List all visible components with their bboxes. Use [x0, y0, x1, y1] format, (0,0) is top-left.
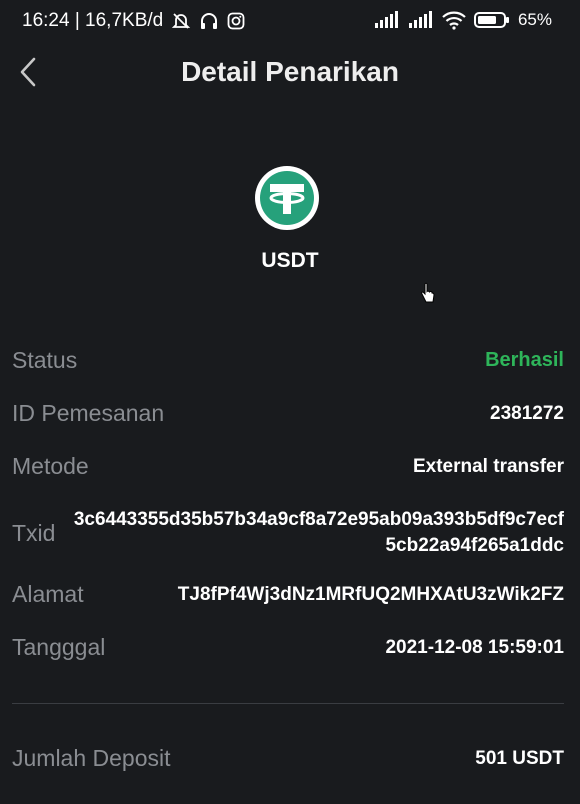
hand-cursor-icon — [420, 282, 436, 311]
status-bar: 16:24 | 16,7KB/d 65% — [0, 0, 580, 42]
wifi-icon — [442, 10, 466, 30]
row-amount: Jumlah Deposit 501 USDT — [12, 745, 564, 772]
txid-label: Txid — [12, 519, 56, 546]
date-value: 2021-12-08 15:59:01 — [385, 636, 564, 658]
row-method: Metode External transfer — [12, 453, 564, 480]
address-value[interactable]: TJ8fPf4Wj3dNz1MRfUQ2MHXAtU3zWik2FZ — [178, 584, 564, 606]
row-txid: Txid 3c6443355d35b57b34a9cf8a72e95ab09a3… — [12, 507, 564, 559]
instagram-icon — [227, 12, 245, 30]
signal-icon — [374, 11, 400, 29]
status-bar-right: 65% — [366, 10, 552, 30]
row-status: Status Berhasil — [12, 347, 564, 374]
tether-logo-icon — [255, 166, 319, 230]
status-badge: Berhasil — [485, 349, 564, 371]
method-value: External transfer — [412, 455, 564, 477]
battery-icon — [473, 11, 510, 29]
order-id-value: 2381272 — [490, 402, 564, 424]
coin-name: USDT — [261, 249, 319, 272]
address-label: Alamat — [12, 581, 84, 607]
status-bar-left: 16:24 | 16,7KB/d — [22, 10, 245, 32]
signal-icon-2 — [408, 11, 434, 29]
header: Detail Penarikan — [0, 42, 580, 106]
headphones-icon — [199, 11, 219, 31]
status-label: Status — [12, 347, 78, 373]
date-label: Tangggal — [12, 634, 106, 660]
row-date: Tangggal 2021-12-08 15:59:01 — [12, 634, 564, 661]
amount-value: 501 USDT — [475, 747, 564, 769]
amount-label: Jumlah Deposit — [12, 745, 171, 771]
method-label: Metode — [12, 453, 89, 479]
status-time: 16:24 | 16,7KB/d — [22, 10, 164, 31]
row-order-id: ID Pemesanan 2381272 — [12, 400, 564, 427]
row-address: Alamat TJ8fPf4Wj3dNz1MRfUQ2MHXAtU3zWik2F… — [12, 581, 564, 608]
page-title: Detail Penarikan — [181, 56, 399, 87]
order-id-label: ID Pemesanan — [12, 400, 165, 426]
txid-value[interactable]: 3c6443355d35b57b34a9cf8a72e95ab09a393b5d… — [72, 507, 564, 559]
divider — [12, 703, 564, 704]
battery-percent: 65% — [517, 10, 552, 29]
bell-muted-icon — [171, 11, 191, 31]
